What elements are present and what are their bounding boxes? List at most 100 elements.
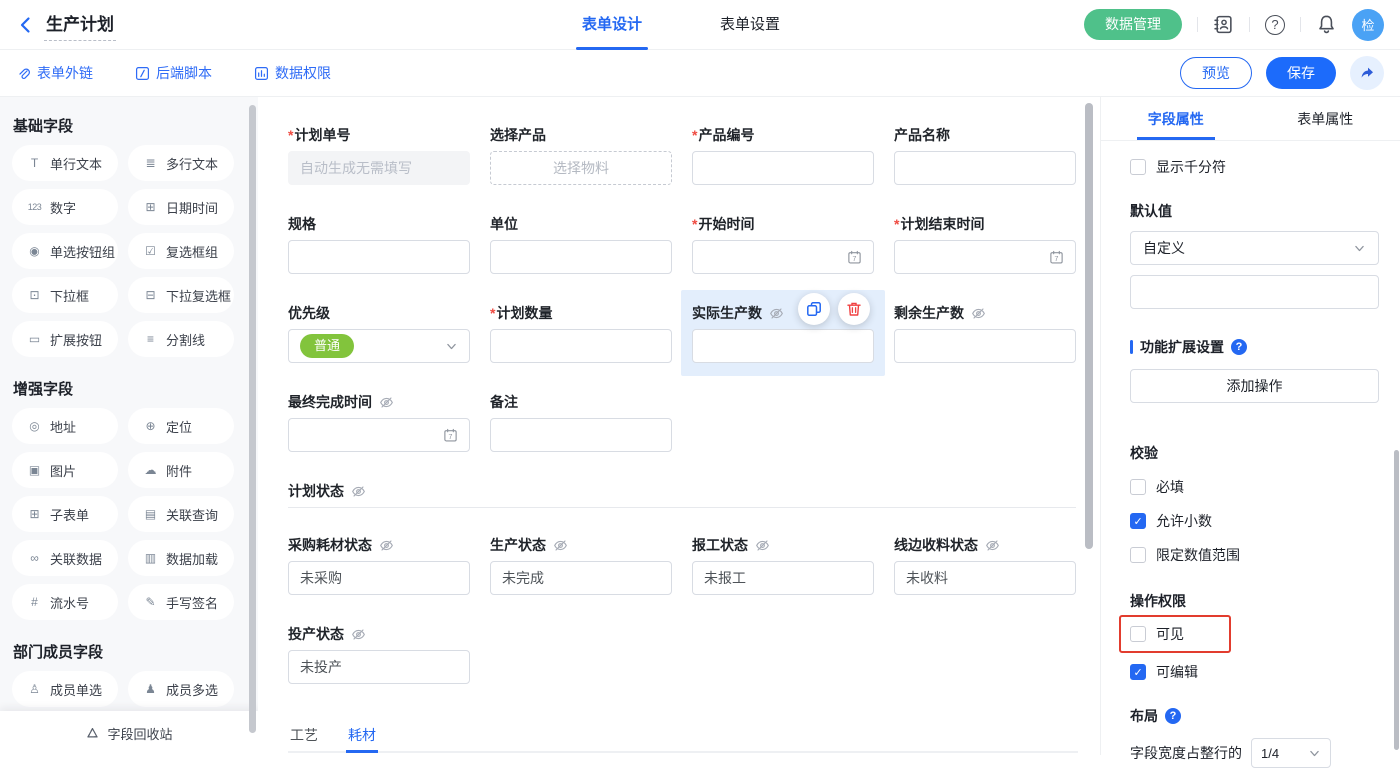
add-action-button[interactable]: 添加操作	[1130, 369, 1379, 403]
avatar[interactable]: 检	[1352, 9, 1384, 41]
checkbox-unchecked[interactable]	[1130, 159, 1146, 175]
question-circle-icon[interactable]: ?	[1165, 708, 1181, 724]
end-time-input[interactable]	[894, 240, 1076, 274]
save-button[interactable]: 保存	[1266, 57, 1336, 89]
field-select-product[interactable]: 选择产品 选择物料	[490, 125, 672, 185]
tab-form-properties[interactable]: 表单属性	[1251, 97, 1400, 140]
data-permission-link[interactable]: 数据权限	[254, 63, 331, 83]
form-external-link[interactable]: 表单外链	[16, 63, 93, 83]
field-receive-status[interactable]: 线边收料状态 未收料	[894, 535, 1076, 595]
visible-checkbox-row[interactable]: 可见	[1130, 624, 1220, 644]
share-button[interactable]	[1350, 56, 1384, 90]
field-remark[interactable]: 备注	[490, 392, 672, 452]
field-spec[interactable]: 规格	[288, 214, 470, 274]
tab-form-design[interactable]: 表单设计	[582, 0, 642, 50]
default-value-select[interactable]: 自定义	[1130, 231, 1379, 265]
palette-item-address[interactable]: ◎地址	[12, 408, 118, 444]
default-value-input[interactable]	[1130, 275, 1379, 309]
priority-select[interactable]: 普通	[288, 329, 470, 363]
field-plan-qty[interactable]: *计划数量	[490, 303, 672, 363]
field-product-name[interactable]: 产品名称	[894, 125, 1076, 185]
notification-bell-icon[interactable]	[1316, 14, 1337, 35]
required-checkbox-row[interactable]: 必填	[1130, 477, 1379, 497]
field-end-time[interactable]: *计划结束时间	[894, 214, 1076, 274]
field-product-no[interactable]: *产品编号	[692, 125, 874, 185]
palette-item-lookup-query[interactable]: ▤关联查询	[128, 496, 234, 532]
palette-item-data-load[interactable]: ▥数据加载	[128, 540, 234, 576]
preview-button[interactable]: 预览	[1180, 57, 1252, 89]
palette-item-serial-number[interactable]: #流水号	[12, 584, 118, 620]
field-width-select[interactable]: 1/4	[1251, 738, 1331, 768]
checkbox-unchecked[interactable]	[1130, 479, 1146, 495]
palette-item-multi-select[interactable]: ⊟下拉复选框	[128, 277, 234, 313]
palette-item-signature[interactable]: ✎手写签名	[128, 584, 234, 620]
field-plan-no[interactable]: *计划单号 自动生成无需填写	[288, 125, 470, 185]
product-name-input[interactable]	[894, 151, 1076, 185]
start-time-input[interactable]	[692, 240, 874, 274]
product-no-input[interactable]	[692, 151, 874, 185]
palette-item-divider[interactable]: ≡分割线	[128, 321, 234, 357]
field-final-time[interactable]: 最终完成时间	[288, 392, 470, 452]
palette-item-multi-line-text[interactable]: ≣多行文本	[128, 145, 234, 181]
field-remain-qty[interactable]: 剩余生产数	[894, 303, 1076, 363]
tab-consumables[interactable]: 耗材	[346, 720, 378, 753]
field-start-time[interactable]: *开始时间	[692, 214, 874, 274]
palette-item-extend-button[interactable]: ▭扩展按钮	[12, 321, 118, 357]
final-time-input[interactable]	[288, 418, 470, 452]
checkbox-checked[interactable]	[1130, 513, 1146, 529]
field-actual-qty[interactable]: 实际生产数	[692, 303, 874, 363]
contacts-book-icon[interactable]	[1213, 14, 1234, 35]
plan-no-input[interactable]: 自动生成无需填写	[288, 151, 470, 185]
purchase-status-input[interactable]: 未采购	[288, 561, 470, 595]
help-icon[interactable]: ?	[1265, 15, 1285, 35]
palette-item-linked-data[interactable]: ∞关联数据	[12, 540, 118, 576]
palette-item-subform[interactable]: ⊞子表单	[12, 496, 118, 532]
plan-qty-input[interactable]	[490, 329, 672, 363]
palette-item-single-line-text[interactable]: T单行文本	[12, 145, 118, 181]
field-purchase-status[interactable]: 采购耗材状态 未采购	[288, 535, 470, 595]
back-icon[interactable]	[16, 15, 36, 35]
remain-qty-input[interactable]	[894, 329, 1076, 363]
spec-input[interactable]	[288, 240, 470, 274]
field-production-status[interactable]: 生产状态 未完成	[490, 535, 672, 595]
palette-item-member-single[interactable]: ♙成员单选	[12, 671, 118, 707]
palette-item-location[interactable]: ⊕定位	[128, 408, 234, 444]
tab-field-properties[interactable]: 字段属性	[1101, 97, 1251, 140]
allow-decimal-checkbox-row[interactable]: 允许小数	[1130, 511, 1379, 531]
receive-status-input[interactable]: 未收料	[894, 561, 1076, 595]
field-recycle-bin[interactable]: 字段回收站	[0, 711, 258, 755]
section-plan-status[interactable]: 计划状态	[288, 481, 1076, 508]
copy-field-button[interactable]	[798, 293, 830, 325]
field-priority[interactable]: 优先级 普通	[288, 303, 470, 363]
unit-input[interactable]	[490, 240, 672, 274]
field-report-status[interactable]: 报工状态 未报工	[692, 535, 874, 595]
select-product-picker[interactable]: 选择物料	[490, 151, 672, 185]
canvas-scrollbar[interactable]	[1085, 103, 1093, 549]
checkbox-unchecked[interactable]	[1130, 626, 1146, 642]
remark-input[interactable]	[490, 418, 672, 452]
checkbox-unchecked[interactable]	[1130, 547, 1146, 563]
delete-field-button[interactable]	[838, 293, 870, 325]
production-status-input[interactable]: 未完成	[490, 561, 672, 595]
field-launch-status[interactable]: 投产状态 未投产	[288, 624, 470, 684]
question-circle-icon[interactable]: ?	[1231, 339, 1247, 355]
palette-item-image[interactable]: ▣图片	[12, 452, 118, 488]
panel-scrollbar[interactable]	[1394, 450, 1399, 750]
palette-item-member-multi[interactable]: ♟成员多选	[128, 671, 234, 707]
tab-form-settings[interactable]: 表单设置	[720, 0, 780, 50]
palette-item-attachment[interactable]: ☁附件	[128, 452, 234, 488]
editable-checkbox-row[interactable]: 可编辑	[1130, 662, 1379, 682]
palette-item-number[interactable]: 123数字	[12, 189, 118, 225]
palette-item-datetime[interactable]: ⊞日期时间	[128, 189, 234, 225]
field-unit[interactable]: 单位	[490, 214, 672, 274]
sidebar-scrollbar[interactable]	[249, 105, 256, 733]
report-status-input[interactable]: 未报工	[692, 561, 874, 595]
thousand-separator-checkbox-row[interactable]: 显示千分符	[1130, 157, 1379, 177]
palette-item-radio-group[interactable]: ◉单选按钮组	[12, 233, 118, 269]
actual-qty-input[interactable]	[692, 329, 874, 363]
launch-status-input[interactable]: 未投产	[288, 650, 470, 684]
backend-script-link[interactable]: 后端脚本	[135, 63, 212, 83]
palette-item-checkbox-group[interactable]: ☑复选框组	[128, 233, 234, 269]
data-manage-button[interactable]: 数据管理	[1084, 9, 1182, 40]
palette-item-select[interactable]: ⊡下拉框	[12, 277, 118, 313]
